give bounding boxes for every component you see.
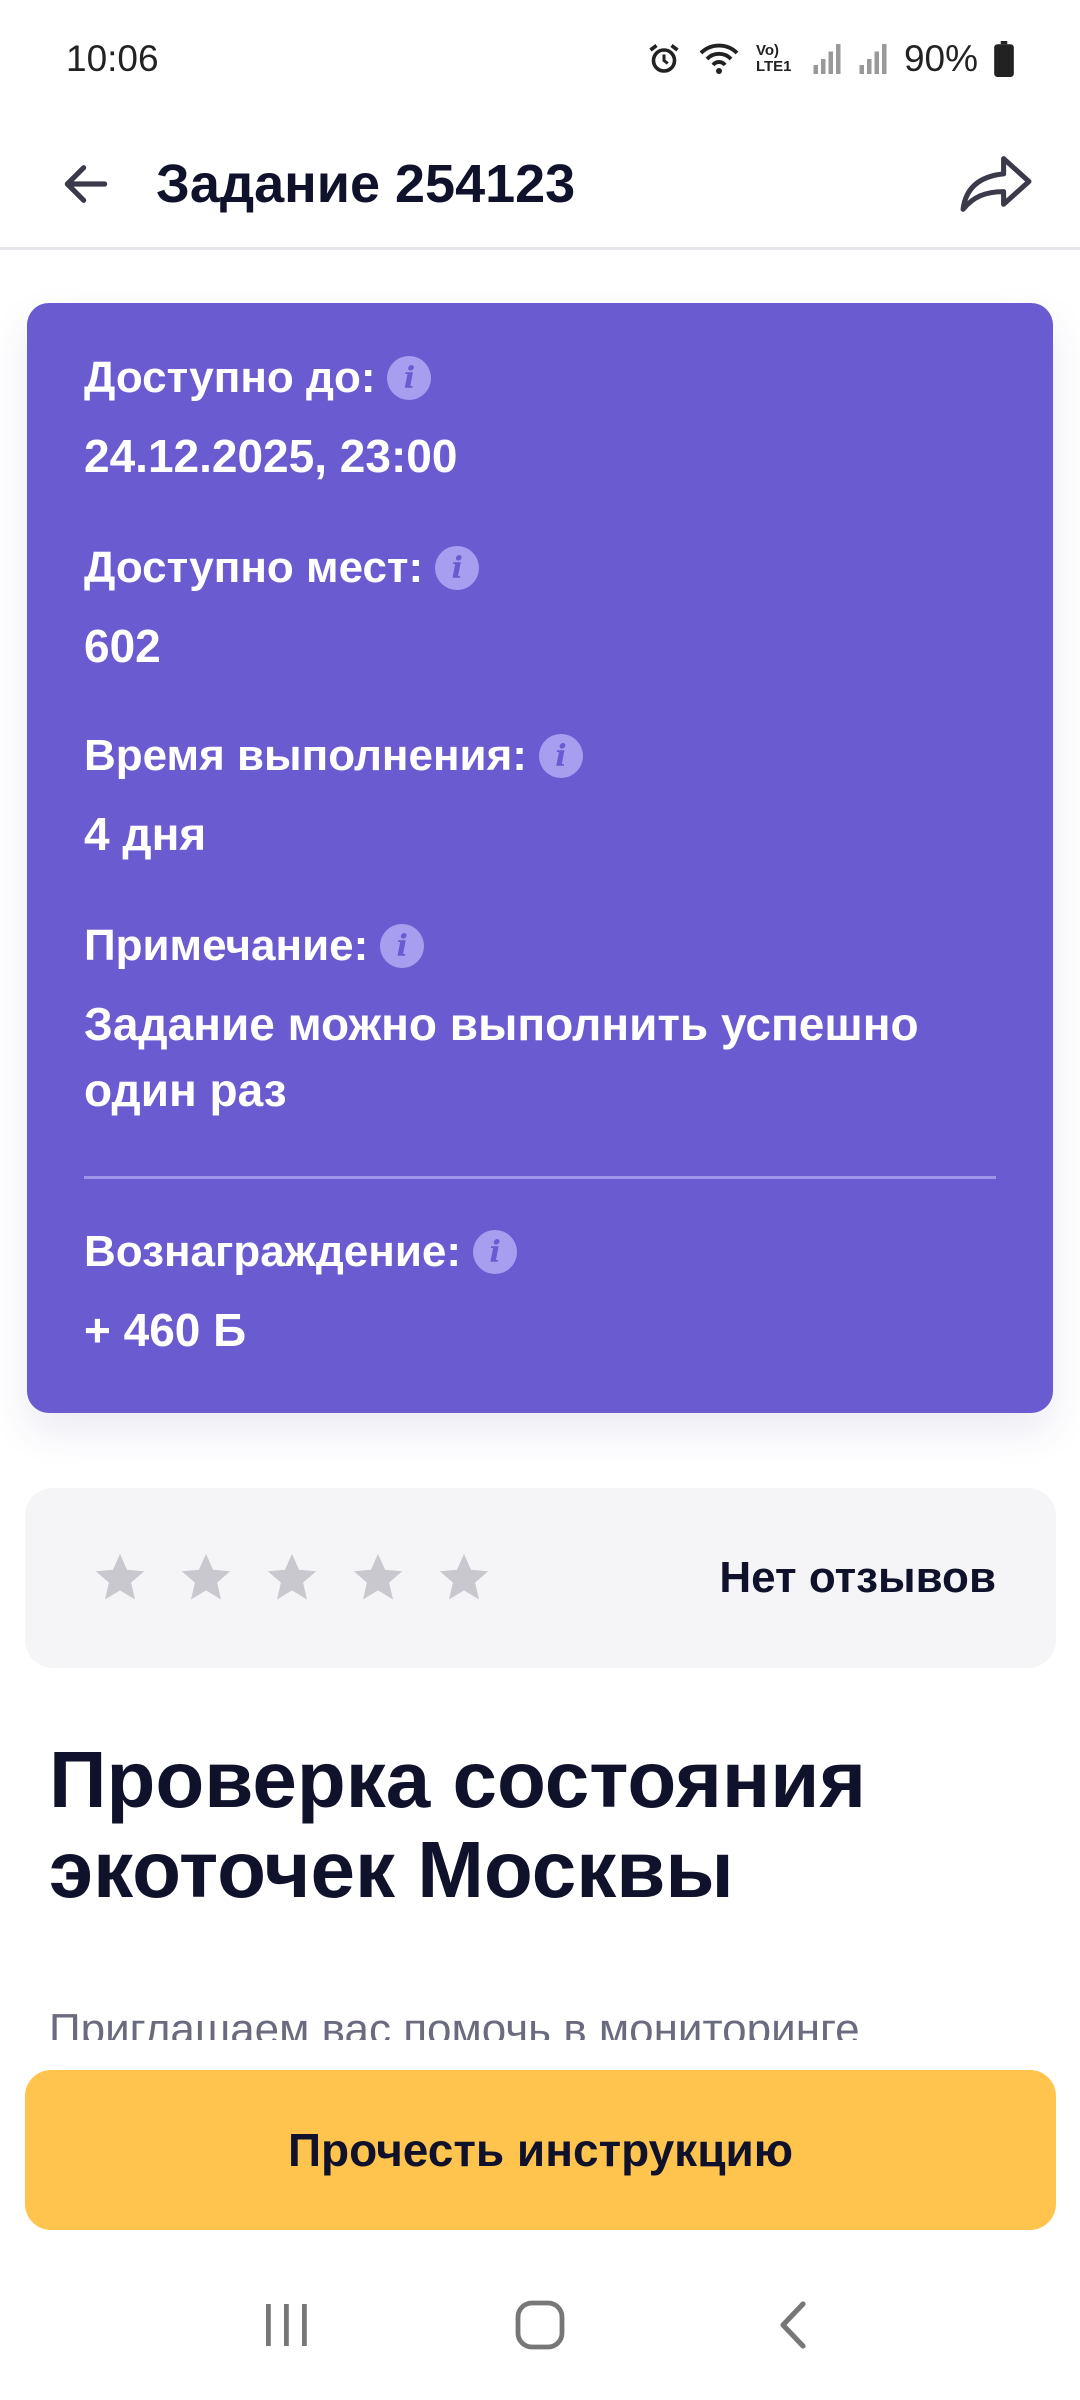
places-label-row: Доступно мест: i — [84, 543, 480, 593]
status-icons: Vo) LTE1 90% — [646, 38, 1014, 80]
reviews-card[interactable]: Нет отзывов — [25, 1488, 1056, 1668]
task-info-card: Доступно до: i 24.12.2025, 23:00 Доступн… — [27, 303, 1053, 1413]
battery-icon — [994, 41, 1014, 77]
status-time: 10:06 — [66, 38, 159, 79]
screen: 10:06 Vo) LTE1 90% Задание 254123 Доступ… — [0, 0, 1080, 2400]
reward-label-row: Вознаграждение: i — [84, 1227, 518, 1277]
reviews-text: Нет отзывов — [719, 1553, 996, 1602]
star-icon — [353, 1553, 403, 1600]
note-label: Примечание: — [84, 921, 369, 970]
share-arrow-icon — [960, 156, 1032, 212]
info-icon[interactable]: i — [538, 734, 583, 778]
duration-label: Время выполнения: — [84, 731, 527, 780]
signal-icon-2 — [858, 42, 888, 76]
home-button[interactable] — [490, 2275, 590, 2375]
reward-label: Вознаграждение: — [84, 1227, 462, 1276]
app-bar: Задание 254123 — [0, 118, 1080, 250]
read-instructions-button[interactable]: Прочесть инструкцию — [25, 2070, 1056, 2230]
star-icon — [95, 1553, 145, 1600]
network-label: Vo) LTE1 — [755, 42, 792, 75]
recent-apps-button[interactable] — [237, 2275, 337, 2375]
home-icon — [515, 2300, 565, 2350]
reward-value: + 460 Б — [84, 1304, 247, 1356]
battery-percent: 90% — [903, 38, 978, 79]
duration-label-row: Время выполнения: i — [84, 731, 583, 781]
star-icon — [181, 1553, 231, 1600]
signal-icon-1 — [812, 42, 842, 76]
arrow-left-icon — [64, 165, 108, 203]
duration-value: 4 дня — [84, 808, 207, 860]
available-until-label-row: Доступно до: i — [84, 353, 432, 403]
system-back-button[interactable] — [743, 2275, 843, 2375]
page-title: Задание 254123 — [156, 154, 576, 214]
rating-stars — [91, 1549, 493, 1607]
note-value: Задание можно выполнить успешно один раз — [84, 998, 919, 1116]
alarm-icon — [646, 41, 682, 77]
available-until-value: 24.12.2025, 23:00 — [84, 430, 458, 482]
info-icon[interactable]: i — [380, 924, 425, 968]
back-button[interactable] — [50, 148, 122, 220]
status-bar: 10:06 Vo) LTE1 90% — [0, 0, 1080, 118]
places-label: Доступно мест: — [84, 543, 424, 592]
info-icon[interactable]: i — [387, 356, 432, 400]
info-icon[interactable]: i — [435, 546, 480, 590]
share-button[interactable] — [956, 144, 1036, 224]
divider — [84, 1176, 996, 1179]
recent-apps-icon — [265, 2304, 307, 2346]
places-value: 602 — [84, 620, 161, 672]
note-label-row: Примечание: i — [84, 921, 425, 971]
task-title: Проверка состояния экоточек Москвы — [49, 1735, 867, 1914]
star-icon — [267, 1553, 317, 1600]
chevron-left-icon — [780, 2301, 806, 2349]
available-until-label: Доступно до: — [84, 353, 376, 402]
star-icon — [439, 1553, 489, 1600]
system-nav-bar — [0, 2250, 1080, 2400]
info-icon[interactable]: i — [473, 1230, 518, 1274]
wifi-icon — [698, 41, 740, 77]
